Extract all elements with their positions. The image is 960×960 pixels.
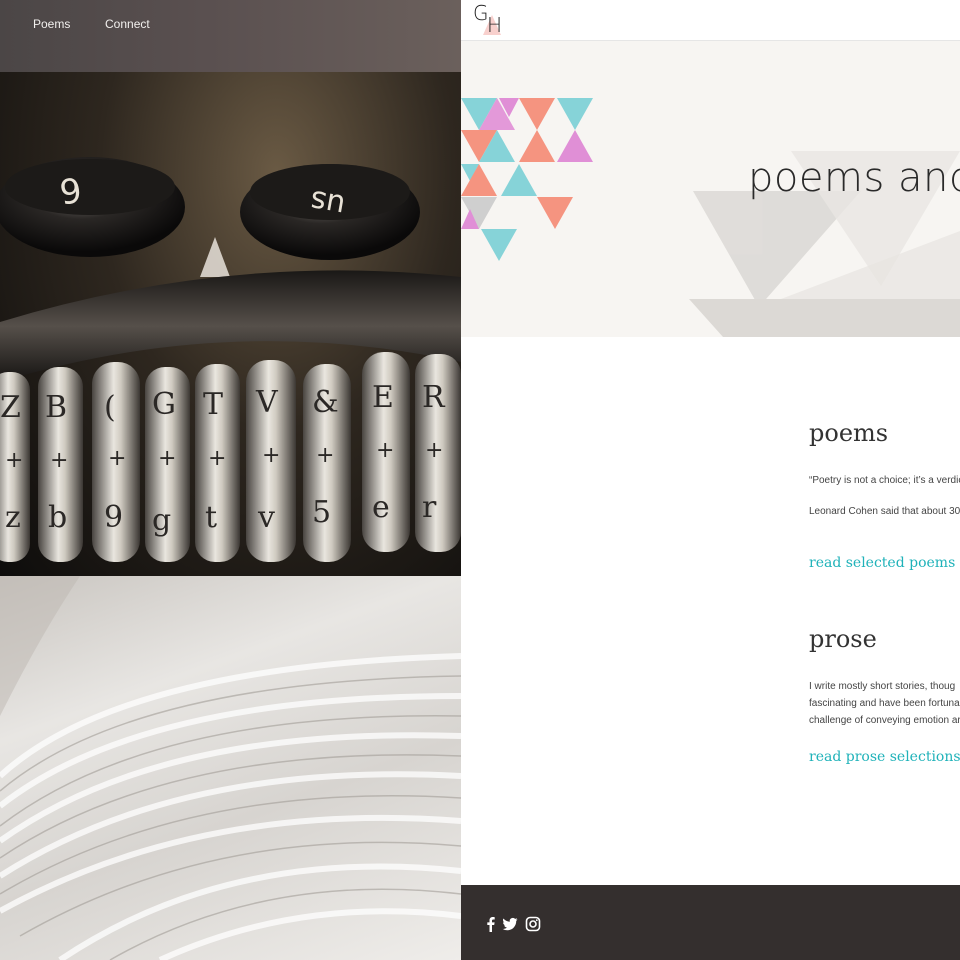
site-footer xyxy=(461,885,960,960)
nav-link-connect[interactable]: Connect xyxy=(105,17,150,31)
prose-heading: prose xyxy=(809,625,877,653)
svg-text:v: v xyxy=(257,500,275,535)
top-navigation: Poems Connect xyxy=(0,0,461,72)
svg-text:G: G xyxy=(152,387,176,422)
svg-text:e: e xyxy=(372,490,390,525)
svg-text:+: + xyxy=(5,448,23,473)
prose-text-line-2: fascinating and have been fortuna xyxy=(809,698,960,709)
prose-text-line-1: I write mostly short stories, thoug xyxy=(809,681,956,692)
svg-text:T: T xyxy=(203,387,223,422)
svg-text:Z: Z xyxy=(0,390,21,425)
svg-text:+: + xyxy=(262,443,280,468)
site-header: G H xyxy=(461,0,960,41)
hero-banner: poems and xyxy=(461,41,960,337)
pages-illustration xyxy=(0,576,461,960)
poems-text: Leonard Cohen said that about 30 xyxy=(809,506,960,517)
left-panel: Poems Connect 9 us Z B (G T V & E R z b… xyxy=(0,0,461,960)
typewriter-photo: 9 us Z B( GTV & E R zb9 gtv 5 e r + + + … xyxy=(0,72,461,576)
read-prose-selections-link[interactable]: read prose selections xyxy=(809,749,960,765)
main-content: poems “Poetry is not a choice; it’s a ve… xyxy=(461,337,960,885)
svg-text:E: E xyxy=(372,380,394,415)
logo-letter-h: H xyxy=(487,13,503,37)
svg-text:(: ( xyxy=(104,390,116,425)
prose-text-line-3: challenge of conveying emotion ar xyxy=(809,715,960,726)
svg-text:r: r xyxy=(422,490,437,525)
svg-text:us: us xyxy=(308,183,348,223)
svg-text:+: + xyxy=(108,446,126,471)
read-selected-poems-link[interactable]: read selected poems xyxy=(809,555,955,571)
svg-text:z: z xyxy=(5,500,21,535)
svg-text:B: B xyxy=(45,390,67,425)
svg-text:+: + xyxy=(425,438,443,463)
gh-logo[interactable]: G H xyxy=(473,1,507,37)
svg-text:t: t xyxy=(205,500,217,535)
svg-text:+: + xyxy=(158,446,176,471)
svg-text:5: 5 xyxy=(312,495,331,530)
svg-text:+: + xyxy=(376,438,394,463)
svg-text:+: + xyxy=(208,446,226,471)
open-book-photo xyxy=(0,576,461,960)
svg-text:&: & xyxy=(312,385,339,420)
svg-text:b: b xyxy=(48,500,67,535)
twitter-icon[interactable] xyxy=(502,916,518,932)
svg-text:9: 9 xyxy=(104,500,123,535)
poems-heading: poems xyxy=(809,419,889,447)
facebook-icon[interactable] xyxy=(483,916,499,932)
svg-text:R: R xyxy=(422,380,446,415)
svg-text:V: V xyxy=(255,385,279,420)
nav-link-poems[interactable]: Poems xyxy=(33,17,70,31)
poems-quote: “Poetry is not a choice; it’s a verdic xyxy=(809,475,960,486)
svg-text:+: + xyxy=(316,443,334,468)
instagram-icon[interactable] xyxy=(525,916,541,932)
typewriter-illustration: 9 us Z B( GTV & E R zb9 gtv 5 e r + + + … xyxy=(0,157,461,562)
svg-text:+: + xyxy=(50,448,68,473)
hero-title: poems and xyxy=(748,155,960,201)
svg-text:g: g xyxy=(152,503,171,538)
